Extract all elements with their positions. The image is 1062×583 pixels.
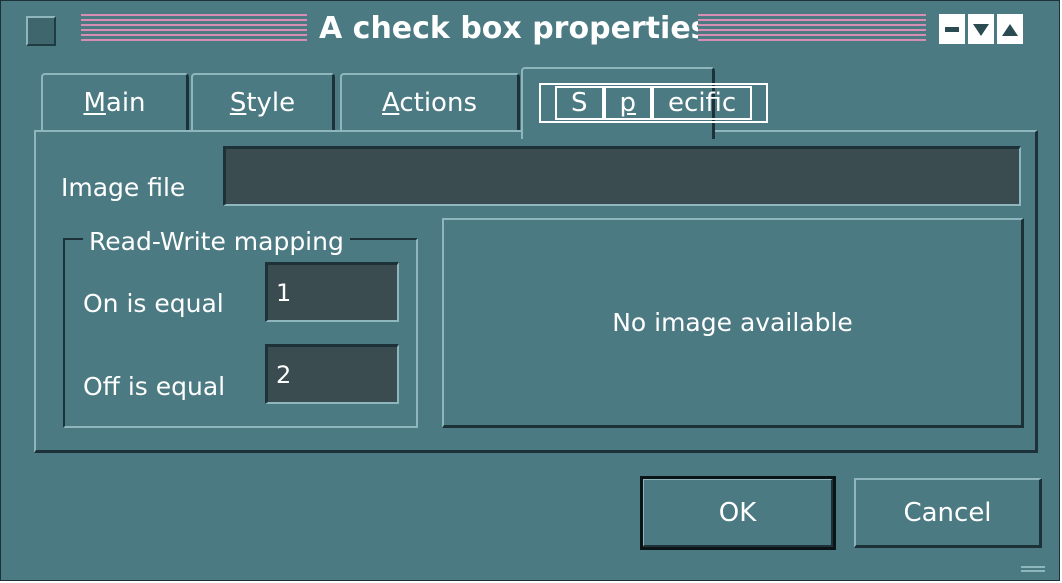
off-value-label: Off is equal bbox=[83, 372, 226, 401]
restore-icon bbox=[998, 15, 1022, 43]
minimize-button[interactable] bbox=[939, 14, 965, 44]
window-title: A check box properties bbox=[319, 11, 709, 46]
image-file-field[interactable] bbox=[223, 146, 1021, 206]
maximize-button[interactable] bbox=[968, 14, 994, 44]
image-preview: No image available bbox=[442, 218, 1024, 428]
title-stripes-right bbox=[698, 14, 926, 44]
restore-button[interactable] bbox=[997, 14, 1023, 44]
cancel-button[interactable]: Cancel bbox=[854, 478, 1042, 548]
image-file-label: Image file bbox=[61, 173, 186, 202]
preview-placeholder-text: No image available bbox=[612, 308, 853, 337]
system-menu-icon[interactable] bbox=[26, 16, 56, 46]
tab-actions-label: Actions bbox=[382, 88, 477, 118]
tab-main[interactable]: Main bbox=[41, 73, 189, 131]
off-value-field[interactable] bbox=[265, 344, 399, 404]
tab-specific-label: Sp ecific bbox=[539, 83, 769, 123]
minimize-icon bbox=[940, 15, 964, 43]
tab-style-label: Style bbox=[229, 88, 296, 118]
tab-actions[interactable]: Actions bbox=[340, 73, 520, 131]
read-write-mapping-title: Read-Write mapping bbox=[83, 227, 350, 257]
tab-main-label: Main bbox=[83, 88, 146, 118]
tab-specific[interactable]: Sp ecific bbox=[521, 67, 769, 139]
on-value-label: On is equal bbox=[83, 289, 224, 318]
title-stripes-left bbox=[81, 14, 307, 44]
title-bar[interactable]: A check box properties bbox=[1, 1, 1059, 59]
on-value-field[interactable] bbox=[265, 262, 399, 322]
ok-button[interactable]: OK bbox=[640, 476, 836, 550]
tab-style[interactable]: Style bbox=[191, 73, 335, 131]
maximize-icon bbox=[969, 15, 993, 43]
properties-dialog: A check box properties Main Style Action… bbox=[0, 0, 1060, 581]
resize-grip-icon[interactable] bbox=[1021, 566, 1045, 574]
